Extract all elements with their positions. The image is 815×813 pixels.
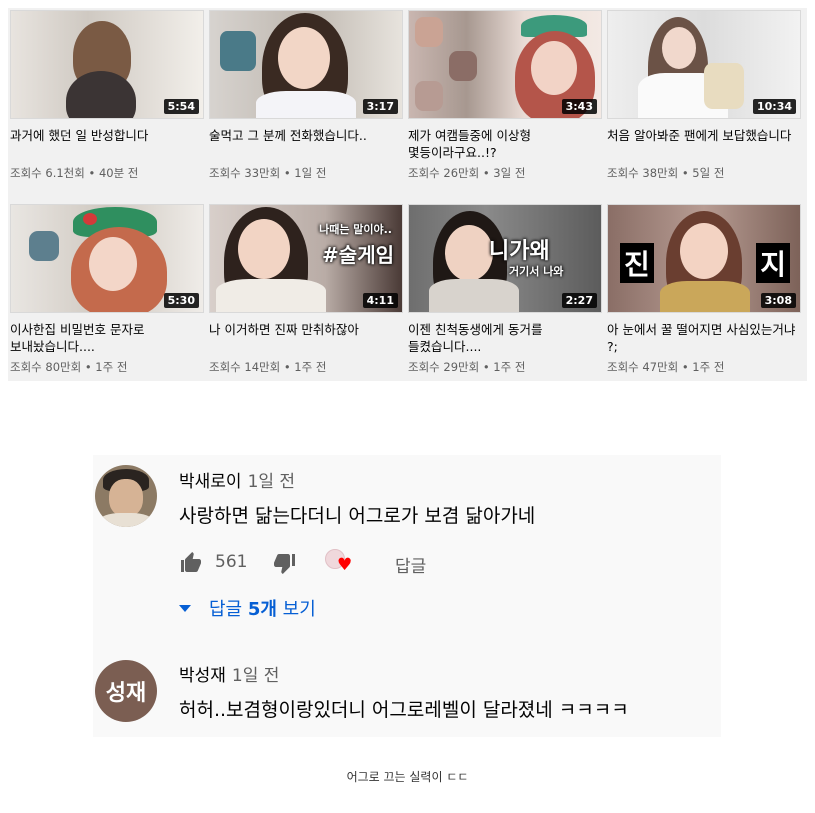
avatar[interactable] — [95, 465, 157, 527]
comment-author-name[interactable]: 박새로이 — [179, 472, 242, 492]
thumbnail-overlay-text: 진 — [620, 243, 654, 283]
video-thumbnail[interactable]: 3:43 — [408, 10, 602, 119]
heart-icon: ♥ — [337, 555, 353, 575]
comment-timestamp[interactable]: 1일 전 — [248, 472, 296, 492]
video-title[interactable]: 이사한집 비밀번호 문자로 보내놨습니다.... — [10, 321, 200, 355]
video-card[interactable]: 진 지 3:08 아 눈에서 꿀 떨어지면 사심있는거냐 ?; 조회수 47만회… — [607, 204, 801, 375]
comment-text: 허허..보겸형이랑있더니 어그로레벨이 달라졌네 ㅋㅋㅋㅋ — [179, 699, 629, 721]
video-title[interactable]: 아 눈에서 꿀 떨어지면 사심있는거냐 ?; — [607, 321, 797, 355]
video-grid: 5:54 과거에 했던 일 반성합니다 조회수 6.1천회 • 40분 전 3:… — [8, 8, 807, 381]
video-meta: 조회수 33만회 • 1일 전 — [209, 166, 327, 180]
video-title[interactable]: 나 이거하면 진짜 만취하잖아 — [209, 321, 399, 355]
video-meta: 조회수 14만회 • 1주 전 — [209, 360, 327, 374]
duration-badge: 3:43 — [561, 99, 597, 114]
thumbnail-overlay-text: 나때는 말이야.. — [319, 223, 392, 236]
video-card[interactable]: 5:30 이사한집 비밀번호 문자로 보내놨습니다.... 조회수 80만회 •… — [10, 204, 204, 375]
video-thumbnail[interactable]: 나때는 말이야.. #술게임 4:11 — [209, 204, 403, 313]
reply-button[interactable]: 답글 — [395, 552, 426, 577]
thumbs-down-icon[interactable] — [273, 551, 297, 575]
video-card[interactable]: 니가왜 거기서 나와 2:27 이젠 친척동생에게 동거를 들켰습니다.... … — [408, 204, 602, 375]
caption: 어그로 끄는 실력이 ㄷㄷ — [346, 770, 469, 784]
comment-actions: 561 ♥ 답글 — [179, 549, 479, 577]
duration-badge: 10:34 — [752, 99, 796, 114]
video-thumbnail[interactable]: 3:17 — [209, 10, 403, 119]
video-meta: 조회수 80만회 • 1주 전 — [10, 360, 128, 374]
duration-badge: 5:54 — [163, 99, 199, 114]
video-thumbnail[interactable]: 니가왜 거기서 나와 2:27 — [408, 204, 602, 313]
video-meta: 조회수 6.1천회 • 40분 전 — [10, 166, 139, 180]
comment-section: 박새로이 1일 전 사랑하면 닮는다더니 어그로가 보겸 닮아가네 561 ♥ 답… — [93, 455, 721, 737]
thumbnail-overlay-text: 니가왜 — [489, 239, 550, 264]
duration-badge: 2:27 — [561, 293, 597, 308]
comment-author[interactable]: 박새로이 1일 전 — [179, 467, 295, 492]
video-card[interactable]: 나때는 말이야.. #술게임 4:11 나 이거하면 진짜 만취하잖아 조회수 … — [209, 204, 403, 375]
thumbs-up-icon[interactable] — [179, 551, 203, 575]
video-meta: 조회수 47만회 • 1주 전 — [607, 360, 725, 374]
duration-badge: 4:11 — [362, 293, 398, 308]
video-title[interactable]: 과거에 했던 일 반성합니다 — [10, 127, 200, 161]
video-title[interactable]: 이젠 친척동생에게 동거를 들켰습니다.... — [408, 321, 598, 355]
like-count: 561 — [215, 552, 248, 572]
video-card[interactable]: 5:54 과거에 했던 일 반성합니다 조회수 6.1천회 • 40분 전 — [10, 10, 204, 181]
video-title[interactable]: 술먹고 그 분께 전화했습니다.. — [209, 127, 399, 161]
video-thumbnail[interactable]: 5:54 — [10, 10, 204, 119]
video-thumbnail[interactable]: 5:30 — [10, 204, 204, 313]
comment-author[interactable]: 박성재 1일 전 — [179, 661, 279, 686]
duration-badge: 5:30 — [163, 293, 199, 308]
thumbnail-overlay-text: #술게임 — [322, 243, 394, 267]
comment-timestamp[interactable]: 1일 전 — [232, 666, 280, 686]
video-card[interactable]: 3:43 제가 여캠들중에 이상형 몇등이라구요..!? 조회수 26만회 • … — [408, 10, 602, 181]
video-card[interactable]: 10:34 처음 알아봐준 팬에게 보답했습니다 조회수 38만회 • 5일 전 — [607, 10, 801, 181]
video-meta: 조회수 29만회 • 1주 전 — [408, 360, 526, 374]
thumbnail-overlay-text: 거기서 나와 — [509, 265, 564, 278]
duration-badge: 3:08 — [760, 293, 796, 308]
video-card[interactable]: 3:17 술먹고 그 분께 전화했습니다.. 조회수 33만회 • 1일 전 — [209, 10, 403, 181]
duration-badge: 3:17 — [362, 99, 398, 114]
thumbnail-overlay-text: 지 — [756, 243, 790, 283]
video-meta: 조회수 38만회 • 5일 전 — [607, 166, 725, 180]
video-title[interactable]: 제가 여캠들중에 이상형 몇등이라구요..!? — [408, 127, 598, 161]
video-thumbnail[interactable]: 10:34 — [607, 10, 801, 119]
caret-down-icon — [179, 604, 191, 612]
comment-text: 사랑하면 닮는다더니 어그로가 보겸 닮아가네 — [179, 505, 536, 527]
video-meta: 조회수 26만회 • 3일 전 — [408, 166, 526, 180]
view-replies-button[interactable]: 답글 5개 보기 — [179, 595, 316, 621]
creator-heart: ♥ — [325, 549, 355, 577]
video-thumbnail[interactable]: 진 지 3:08 — [607, 204, 801, 313]
video-title[interactable]: 처음 알아봐준 팬에게 보답했습니다 — [607, 127, 797, 161]
avatar[interactable]: 성재 — [95, 660, 157, 722]
comment-author-name[interactable]: 박성재 — [179, 666, 226, 686]
